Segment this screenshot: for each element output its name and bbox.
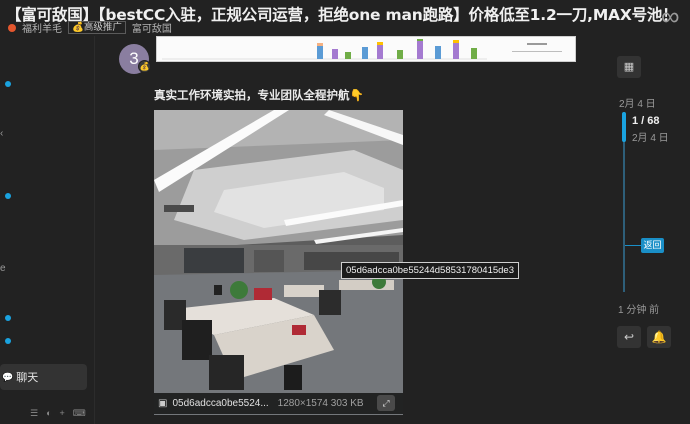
unread-dot-icon: [5, 81, 11, 87]
image-filename: 05d6adcca0be5524...: [172, 398, 269, 409]
topic-header: 【富可敌国】【bestCC入驻，正规公司运营，拒绝one man跑路】价格低至1…: [0, 0, 690, 36]
image-icon: ▣: [158, 398, 168, 409]
category-link[interactable]: 福利羊毛: [22, 20, 62, 35]
image-dimensions: 1280×1574 303 KB: [277, 398, 364, 409]
avatar-badge-icon: 💰: [138, 60, 151, 73]
expand-image-icon[interactable]: ⤢: [377, 395, 395, 411]
tag-advanced-promo[interactable]: 💰高级推广: [68, 21, 126, 34]
unread-dot-icon: [5, 315, 11, 321]
chat-icon: 💬: [2, 371, 14, 382]
reply-button[interactable]: ↩: [617, 326, 641, 348]
timeline-handle[interactable]: [622, 112, 626, 142]
timeline-back-connector: [625, 245, 641, 246]
unread-dot-icon: [5, 338, 11, 344]
sidebar-chevron-icon[interactable]: ‹: [0, 128, 3, 139]
embedded-chart-image[interactable]: [156, 36, 576, 62]
sidebar-item-text[interactable]: e: [0, 263, 6, 274]
map-icon: ▦: [623, 61, 635, 73]
topic-map-button[interactable]: ▦: [617, 56, 641, 78]
sidebar-footer: ☰ ◐ + ⌨: [30, 408, 86, 419]
tag-label: 高级推广: [83, 22, 122, 33]
timeline-position-date: 2月 4 日: [632, 133, 669, 144]
left-sidebar: ‹ e 💬 聊天 ☰ ◐ + ⌨: [0, 36, 95, 424]
post-text: 真实工作环境实拍，专业团队全程护航👇: [154, 88, 364, 102]
bell-icon: 🔔: [651, 330, 667, 344]
reply-icon: ↩: [623, 330, 635, 344]
category-badge-icon: [8, 23, 16, 32]
image-tooltip: 05d6adcca0be55244d58531780415de3: [341, 262, 520, 279]
timeline-end-date[interactable]: 1 分钟 前: [618, 301, 659, 316]
filter-icon[interactable]: ☰: [30, 408, 38, 419]
image-caption: ▣ 05d6adcca0be5524... 1280×1574 303 KB: [154, 393, 403, 414]
timeline-start-date[interactable]: 2月 4 日: [619, 95, 656, 110]
tag-rich[interactable]: 富可敌国: [132, 20, 172, 35]
chat-label: 聊天: [16, 372, 39, 384]
timeline-position: 1 / 68: [632, 115, 660, 127]
chat-button[interactable]: 💬 聊天: [0, 364, 87, 390]
timeline-back-button[interactable]: 返回: [641, 238, 664, 253]
chart-thumbnail: [162, 39, 562, 60]
infinity-logo-icon[interactable]: ∞: [661, 1, 680, 32]
theme-icon[interactable]: ◐: [46, 408, 51, 419]
unread-dot-icon: [5, 193, 11, 199]
notification-button[interactable]: 🔔: [647, 326, 671, 348]
topic-meta: 福利羊毛 💰高级推广 富可敌国: [8, 20, 172, 35]
plus-icon[interactable]: +: [60, 408, 65, 419]
keyboard-icon[interactable]: ⌨: [73, 408, 86, 419]
